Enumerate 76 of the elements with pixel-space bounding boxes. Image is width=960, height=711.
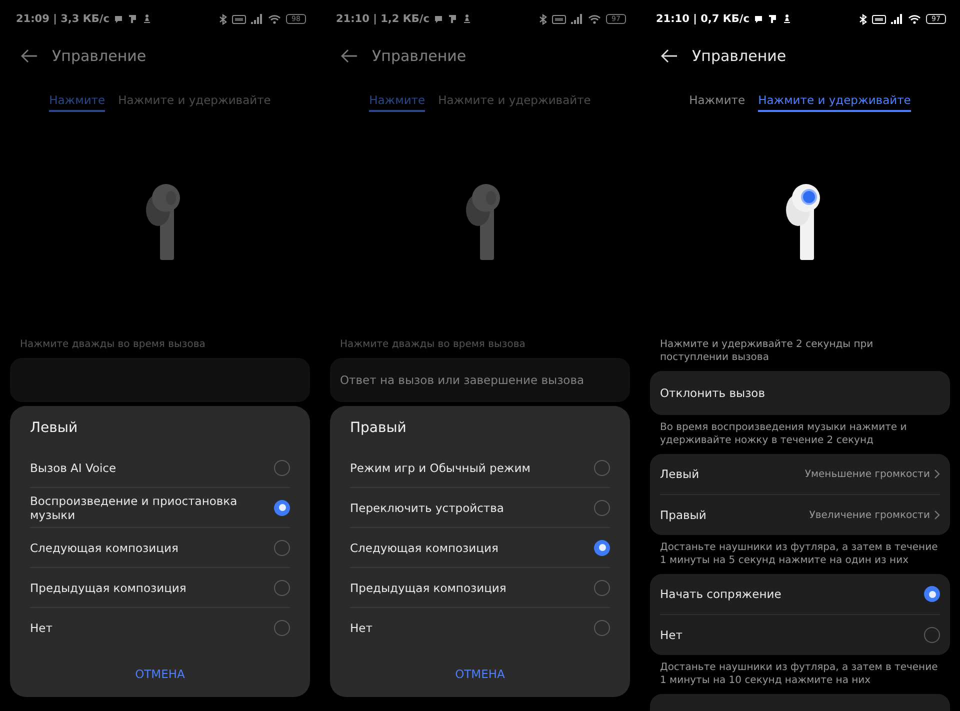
radio-button[interactable] xyxy=(594,460,610,476)
row-value: Увеличение громкости xyxy=(809,510,930,520)
row-label: Нет xyxy=(660,628,682,642)
option-label: Режим игр и Обычный режим xyxy=(350,460,530,476)
bluetooth-icon xyxy=(219,14,227,24)
option-label: Следующая композиция xyxy=(30,540,178,556)
chevron-right-icon xyxy=(934,469,940,479)
row-label: Левый xyxy=(660,467,700,481)
tab[interactable]: Нажмите и удерживайте xyxy=(758,93,911,112)
chat-bubble-icon xyxy=(754,15,764,23)
option-label: Воспроизведение и приостановка музыки xyxy=(30,492,238,524)
radio-button[interactable] xyxy=(274,620,290,636)
vpn-icon xyxy=(872,14,886,24)
tab[interactable]: Нажмите xyxy=(49,93,106,112)
chevron-right-icon xyxy=(934,510,940,520)
section-caption: Достаньте наушники из футляра, а затем в течение 1 минуты на 5 секунд нажмите на один из них xyxy=(659,541,939,568)
signal-icon xyxy=(891,14,903,24)
option-label: Нет xyxy=(30,620,52,636)
sheet-title: Левый xyxy=(30,419,79,438)
tab[interactable]: Нажмите xyxy=(369,93,426,112)
section-caption: Во время воспроизведения музыки нажмите и удерживайте ножку в течение 2 секунд xyxy=(659,421,908,448)
tab[interactable]: Нажмите и удерживайте xyxy=(438,93,591,112)
vpn-icon xyxy=(552,14,566,24)
app-logo-icon xyxy=(128,14,138,24)
status-time: 21:09 | 3,3 КБ/с xyxy=(16,13,110,25)
app-logo-icon xyxy=(768,14,778,24)
figure-icon xyxy=(782,14,792,24)
section-caption: Нажмите дважды во время вызова xyxy=(339,338,526,352)
row-label: Правый xyxy=(660,508,706,522)
bluetooth-icon xyxy=(539,14,547,24)
row-label: Начать сопряжение xyxy=(660,587,782,601)
option-label: Предыдущая композиция xyxy=(350,580,506,596)
back-arrow-icon[interactable] xyxy=(660,49,678,63)
option-label: Нет xyxy=(350,620,372,636)
status-time: 21:10 | 1,2 КБ/с xyxy=(336,13,430,25)
cancel-button[interactable]: ОТМЕНА xyxy=(127,663,193,685)
radio-button[interactable] xyxy=(594,620,610,636)
radio-button[interactable] xyxy=(594,540,610,556)
tab[interactable]: Нажмите и удерживайте xyxy=(118,93,271,112)
option-label: Предыдущая композиция xyxy=(30,580,186,596)
status-time: 21:10 | 0,7 КБ/с xyxy=(656,13,750,25)
figure-icon xyxy=(142,14,152,24)
wifi-icon xyxy=(268,14,281,24)
option-label: Переключить устройства xyxy=(350,500,504,516)
screen-title: Управление xyxy=(52,47,146,65)
radio-button[interactable] xyxy=(594,580,610,596)
signal-icon xyxy=(571,14,583,24)
wifi-icon xyxy=(908,14,921,24)
screen-title: Управление xyxy=(372,47,466,65)
row-value: Уменьшение громкости xyxy=(804,468,930,480)
radio-button[interactable] xyxy=(274,580,290,596)
vpn-icon xyxy=(232,14,246,24)
section-caption: Нажмите дважды во время вызова xyxy=(19,338,206,352)
radio-button[interactable] xyxy=(594,500,610,516)
cancel-button[interactable]: ОТМЕНА xyxy=(447,663,513,685)
option-label: Вызов AI Voice xyxy=(30,460,116,476)
row-label: Отклонить вызов xyxy=(660,386,765,400)
section-caption: Нажмите и удерживайте 2 секунды при поступлении вызова xyxy=(659,338,874,365)
app-logo-icon xyxy=(448,14,458,24)
screen-title: Управление xyxy=(692,47,786,65)
sheet-title: Правый xyxy=(350,419,408,438)
row-label: Ответ на вызов или завершение вызова xyxy=(340,373,584,387)
radio-button[interactable] xyxy=(274,460,290,476)
tab[interactable]: Нажмите xyxy=(689,93,746,112)
radio-button[interactable] xyxy=(274,540,290,556)
chat-bubble-icon xyxy=(114,15,124,23)
signal-icon xyxy=(251,14,263,24)
radio-button[interactable] xyxy=(924,627,940,643)
section-caption: Достаньте наушники из футляра, а затем в течение 1 минуты на 10 секунд нажмите на них xyxy=(659,661,939,688)
figure-icon xyxy=(462,14,472,24)
wifi-icon xyxy=(588,14,601,24)
option-label: Следующая композиция xyxy=(350,540,498,556)
chat-bubble-icon xyxy=(434,15,444,23)
bluetooth-icon xyxy=(859,14,867,24)
radio-button[interactable] xyxy=(274,500,290,516)
radio-button[interactable] xyxy=(924,586,940,602)
